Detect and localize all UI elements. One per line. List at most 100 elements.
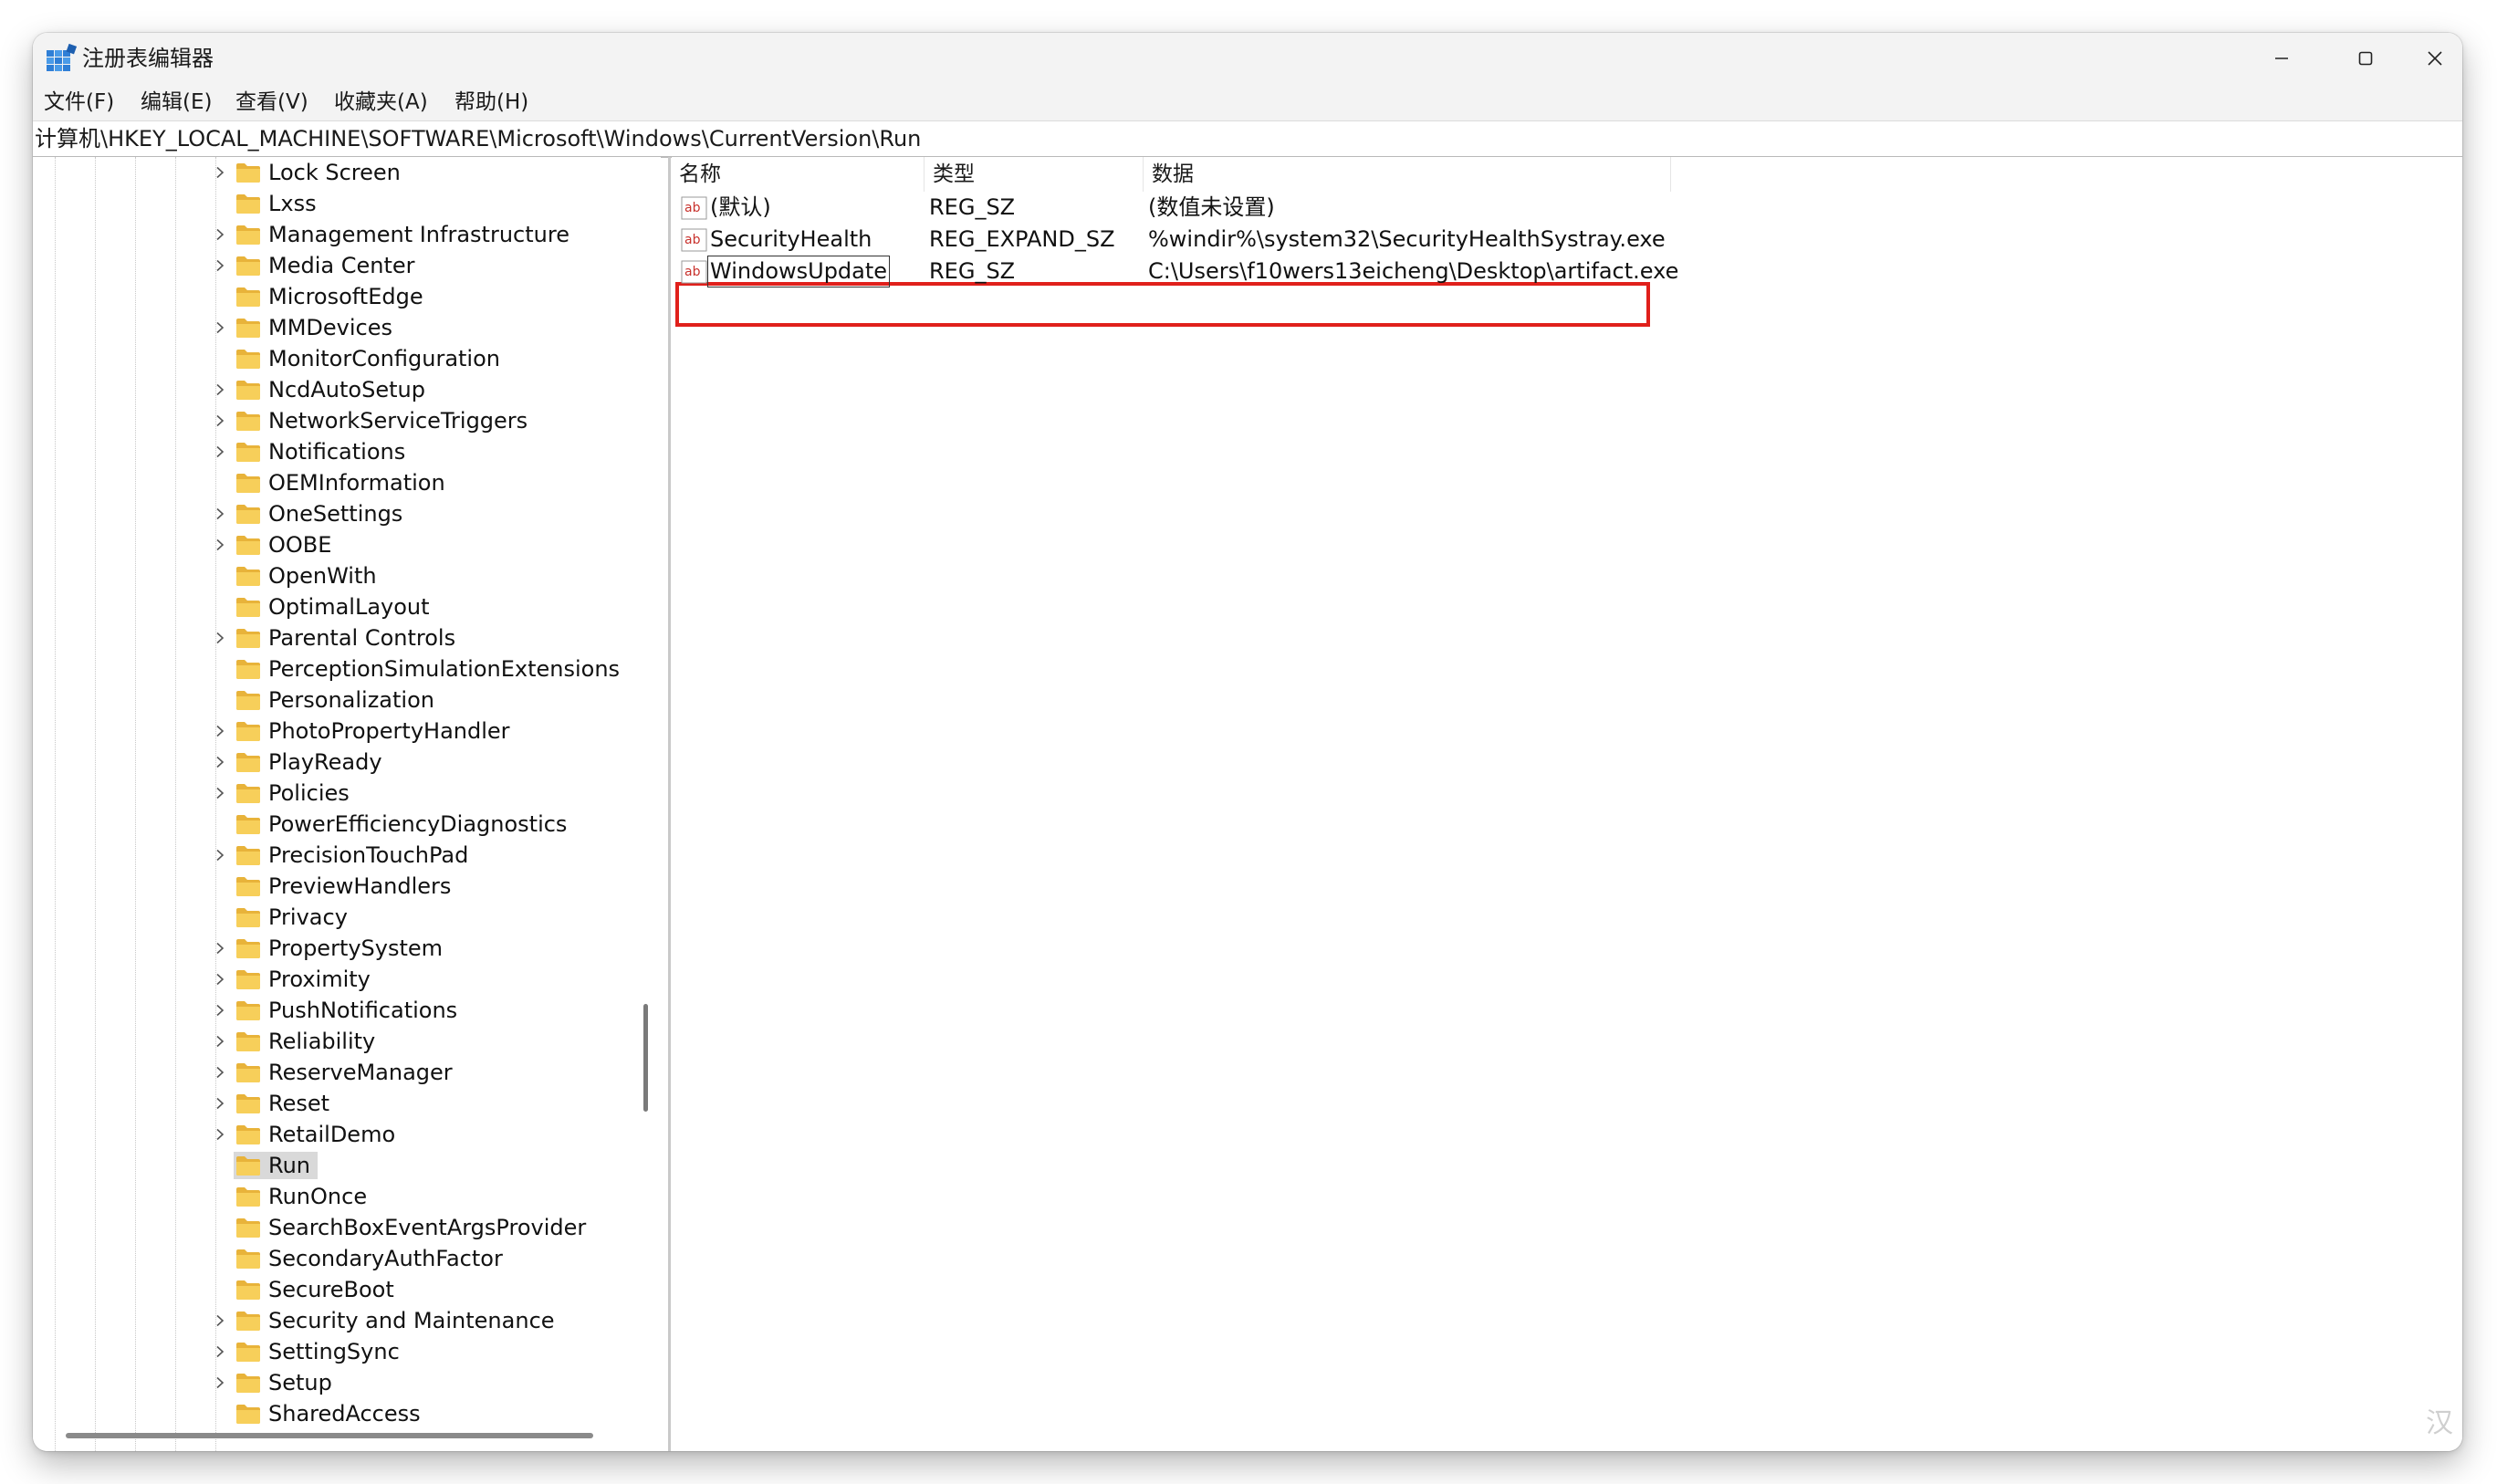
- tree-vertical-scroll-thumb[interactable]: [643, 1004, 648, 1112]
- tree-item-policies[interactable]: Policies: [33, 778, 633, 809]
- folder-icon: [236, 877, 260, 896]
- address-bar[interactable]: 计算机\HKEY_LOCAL_MACHINE\SOFTWARE\Microsof…: [33, 120, 2462, 158]
- tree-item-label: PushNotifications: [268, 998, 458, 1023]
- tree-item-personalization[interactable]: Personalization: [33, 685, 633, 716]
- tree-item-monitorconfiguration[interactable]: MonitorConfiguration: [33, 343, 633, 374]
- menu-file[interactable]: 文件(F): [44, 84, 114, 120]
- key-tree-pane[interactable]: Lock Screen Lxss Management Infrastructure…: [33, 157, 633, 1451]
- chevron-right-icon[interactable]: [212, 747, 228, 778]
- values-pane[interactable]: 名称 类型 数据 ab (默认) REG_SZ (数值未设置) ab SecurityHe…: [672, 157, 2462, 1451]
- chevron-right-icon[interactable]: [212, 995, 228, 1026]
- tree-item-perceptionsimulationextensions[interactable]: PerceptionSimulationExtensions: [33, 653, 633, 685]
- tree-item-run[interactable]: Run: [33, 1150, 633, 1181]
- column-header-name[interactable]: 名称: [679, 157, 721, 192]
- tree-item-sharedaccess[interactable]: SharedAccess: [33, 1398, 633, 1429]
- chevron-right-icon[interactable]: [212, 1367, 228, 1398]
- close-button[interactable]: [2408, 33, 2462, 84]
- menu-view[interactable]: 查看(V): [235, 84, 308, 120]
- chevron-right-icon[interactable]: [212, 1057, 228, 1088]
- tree-item-previewhandlers[interactable]: PreviewHandlers: [33, 871, 633, 902]
- folder-icon: [236, 846, 260, 865]
- tree-item-playready[interactable]: PlayReady: [33, 747, 633, 778]
- chevron-right-icon[interactable]: [212, 436, 228, 467]
- maximize-button[interactable]: [2324, 33, 2408, 84]
- chevron-right-icon[interactable]: [212, 498, 228, 529]
- tree-item-lock-screen[interactable]: Lock Screen: [33, 157, 633, 188]
- chevron-right-icon[interactable]: [212, 1088, 228, 1119]
- tree-item-proximity[interactable]: Proximity: [33, 964, 633, 995]
- tree-item-retaildemo[interactable]: RetailDemo: [33, 1119, 633, 1150]
- tree-item-ncdautosetup[interactable]: NcdAutoSetup: [33, 374, 633, 405]
- value-row[interactable]: ab WindowsUpdate REG_SZ C:\Users\f10wers13e…: [672, 256, 1858, 287]
- tree-item-reservemanager[interactable]: ReserveManager: [33, 1057, 633, 1088]
- tree-item-secureboot[interactable]: SecureBoot: [33, 1274, 633, 1305]
- chevron-right-icon[interactable]: [212, 405, 228, 436]
- tree-item-label: OneSettings: [268, 501, 403, 527]
- chevron-right-icon[interactable]: [212, 219, 228, 250]
- tree-item-onesettings[interactable]: OneSettings: [33, 498, 633, 529]
- tree-item-lxss[interactable]: Lxss: [33, 188, 633, 219]
- tree-item-propertysystem[interactable]: PropertySystem: [33, 933, 633, 964]
- tree-item-mmdevices[interactable]: MMDevices: [33, 312, 633, 343]
- tree-item-networkservicetriggers[interactable]: NetworkServiceTriggers: [33, 405, 633, 436]
- chevron-right-icon[interactable]: [212, 964, 228, 995]
- tree-horizontal-scroll-thumb[interactable]: [66, 1433, 593, 1438]
- column-separator[interactable]: [924, 157, 925, 192]
- tree-item-notifications[interactable]: Notifications: [33, 436, 633, 467]
- folder-icon: [236, 287, 260, 307]
- value-row[interactable]: ab SecurityHealth REG_EXPAND_SZ %windir%\sy…: [672, 224, 1858, 256]
- tree-vertical-scrollbar[interactable]: [633, 157, 661, 1451]
- folder-icon: [236, 474, 260, 493]
- column-separator[interactable]: [1143, 157, 1144, 192]
- svg-text:ab: ab: [684, 265, 701, 279]
- chevron-right-icon[interactable]: [212, 1119, 228, 1150]
- folder-icon: [236, 1187, 260, 1207]
- tree-item-management-infrastructure[interactable]: Management Infrastructure: [33, 219, 633, 250]
- tree-item-microsoftedge[interactable]: MicrosoftEdge: [33, 281, 633, 312]
- chevron-right-icon[interactable]: [212, 778, 228, 809]
- tree-item-privacy[interactable]: Privacy: [33, 902, 633, 933]
- tree-item-oeminformation[interactable]: OEMInformation: [33, 467, 633, 498]
- column-separator[interactable]: [1670, 157, 1671, 192]
- chevron-right-icon[interactable]: [212, 374, 228, 405]
- chevron-right-icon[interactable]: [212, 1026, 228, 1057]
- column-header-data[interactable]: 数据: [1152, 157, 1194, 192]
- tree-item-photopropertyhandler[interactable]: PhotoPropertyHandler: [33, 716, 633, 747]
- tree-item-media-center[interactable]: Media Center: [33, 250, 633, 281]
- chevron-right-icon[interactable]: [212, 622, 228, 653]
- value-row[interactable]: ab (默认) REG_SZ (数值未设置): [672, 192, 1858, 224]
- column-header-type[interactable]: 类型: [933, 157, 975, 192]
- minimize-button[interactable]: [2240, 33, 2324, 84]
- chevron-right-icon[interactable]: [212, 250, 228, 281]
- tree-item-runonce[interactable]: RunOnce: [33, 1181, 633, 1212]
- tree-item-searchboxeventargsprovider[interactable]: SearchBoxEventArgsProvider: [33, 1212, 633, 1243]
- tree-item-secondaryauthfactor[interactable]: SecondaryAuthFactor: [33, 1243, 633, 1274]
- tree-item-reliability[interactable]: Reliability: [33, 1026, 633, 1057]
- chevron-right-icon[interactable]: [212, 157, 228, 188]
- tree-item-security-and-maintenance[interactable]: Security and Maintenance: [33, 1305, 633, 1336]
- tree-item-oobe[interactable]: OOBE: [33, 529, 633, 560]
- chevron-right-icon[interactable]: [212, 312, 228, 343]
- chevron-right-icon[interactable]: [212, 529, 228, 560]
- chevron-right-icon[interactable]: [212, 933, 228, 964]
- tree-item-settingsync[interactable]: SettingSync: [33, 1336, 633, 1367]
- tree-item-pushnotifications[interactable]: PushNotifications: [33, 995, 633, 1026]
- chevron-right-icon[interactable]: [212, 1336, 228, 1367]
- tree-item-precisiontouchpad[interactable]: PrecisionTouchPad: [33, 840, 633, 871]
- tree-item-setup[interactable]: Setup: [33, 1367, 633, 1398]
- menu-favorites[interactable]: 收藏夹(A): [334, 84, 428, 120]
- chevron-right-icon[interactable]: [212, 840, 228, 871]
- tree-item-optimallayout[interactable]: OptimalLayout: [33, 591, 633, 622]
- title-bar[interactable]: 注册表编辑器: [33, 33, 2462, 84]
- chevron-right-icon[interactable]: [212, 1305, 228, 1336]
- tree-item-parental-controls[interactable]: Parental Controls: [33, 622, 633, 653]
- chevron-right-icon[interactable]: [212, 716, 228, 747]
- tree-item-powerefficiencydiagnostics[interactable]: PowerEfficiencyDiagnostics: [33, 809, 633, 840]
- pane-splitter[interactable]: [668, 157, 671, 1451]
- tree-item-label: Security and Maintenance: [268, 1308, 555, 1333]
- menu-edit[interactable]: 编辑(E): [141, 84, 212, 120]
- tree-item-openwith[interactable]: OpenWith: [33, 560, 633, 591]
- tree-item-reset[interactable]: Reset: [33, 1088, 633, 1119]
- address-path[interactable]: 计算机\HKEY_LOCAL_MACHINE\SOFTWARE\Microsof…: [35, 121, 921, 156]
- menu-help[interactable]: 帮助(H): [454, 84, 528, 120]
